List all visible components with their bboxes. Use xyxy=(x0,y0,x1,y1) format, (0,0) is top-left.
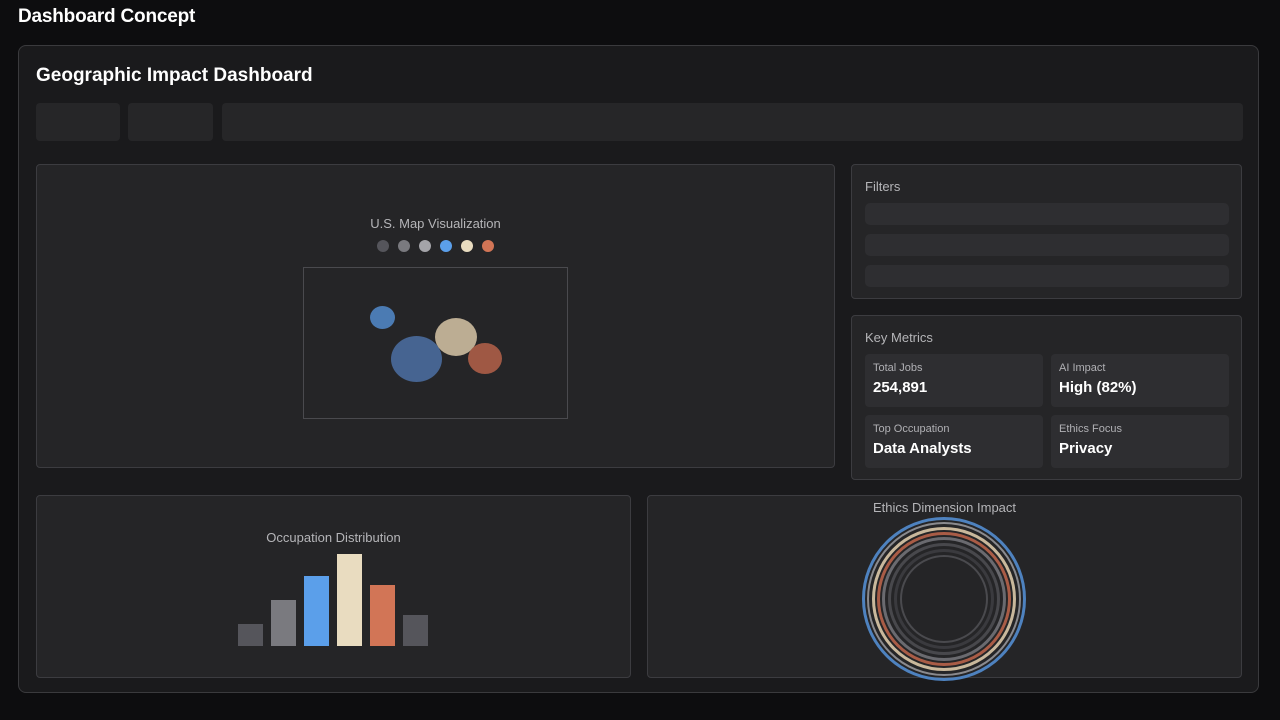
legend-dot xyxy=(482,240,494,252)
key-metrics-title: Key Metrics xyxy=(865,330,933,345)
metric-label: Top Occupation xyxy=(873,423,950,435)
tab-3[interactable] xyxy=(222,103,1243,141)
map-bubble[interactable] xyxy=(468,343,502,374)
dashboard-title: Geographic Impact Dashboard xyxy=(36,65,313,86)
occupation-panel: Occupation Distribution xyxy=(36,495,631,678)
chart-bar[interactable] xyxy=(370,585,395,646)
map-bubble[interactable] xyxy=(370,306,395,329)
map-panel: U.S. Map Visualization xyxy=(36,164,835,468)
metric-value: Privacy xyxy=(1059,440,1113,457)
tab-2[interactable] xyxy=(128,103,213,141)
key-metrics-panel: Key Metrics Total Jobs 254,891 AI Impact… xyxy=(851,315,1242,480)
map-canvas[interactable] xyxy=(303,267,568,419)
filters-panel: Filters xyxy=(851,164,1242,299)
metric-label: AI Impact xyxy=(1059,362,1106,374)
metric-ethics-focus: Ethics Focus Privacy xyxy=(1051,415,1229,468)
occupation-title: Occupation Distribution xyxy=(266,530,401,545)
legend-dot xyxy=(461,240,473,252)
metric-value: Data Analysts xyxy=(873,440,972,457)
chart-bar[interactable] xyxy=(304,576,329,646)
ethics-panel: Ethics Dimension Impact xyxy=(647,495,1242,681)
chart-bar[interactable] xyxy=(238,624,263,646)
metric-label: Ethics Focus xyxy=(1059,423,1122,435)
metric-value: 254,891 xyxy=(873,379,928,396)
legend-dot xyxy=(377,240,389,252)
chart-bar[interactable] xyxy=(403,615,428,646)
map-bubble[interactable] xyxy=(391,336,442,382)
metric-label: Total Jobs xyxy=(873,362,923,374)
chart-bar[interactable] xyxy=(271,600,296,646)
tab-1[interactable] xyxy=(36,103,120,141)
metric-total-jobs: Total Jobs 254,891 xyxy=(865,354,1043,407)
map-panel-title: U.S. Map Visualization xyxy=(370,216,501,231)
filters-title: Filters xyxy=(865,179,901,194)
ethics-ring[interactable] xyxy=(900,555,988,643)
metric-top-occupation: Top Occupation Data Analysts xyxy=(865,415,1043,468)
chart-bar[interactable] xyxy=(337,554,362,646)
filter-input-3[interactable] xyxy=(865,265,1229,287)
filter-input-1[interactable] xyxy=(865,203,1229,225)
legend-dot xyxy=(398,240,410,252)
legend-dot xyxy=(419,240,431,252)
dashboard-container: Geographic Impact Dashboard U.S. Map Vis… xyxy=(18,45,1259,693)
app-title: Dashboard Concept xyxy=(18,6,196,27)
metric-ai-impact: AI Impact High (82%) xyxy=(1051,354,1229,407)
legend-dot xyxy=(440,240,452,252)
ring-chart xyxy=(862,517,1027,681)
ethics-title: Ethics Dimension Impact xyxy=(872,500,1017,515)
metric-value: High (82%) xyxy=(1059,379,1137,396)
bar-chart xyxy=(238,554,433,646)
filter-input-2[interactable] xyxy=(865,234,1229,256)
